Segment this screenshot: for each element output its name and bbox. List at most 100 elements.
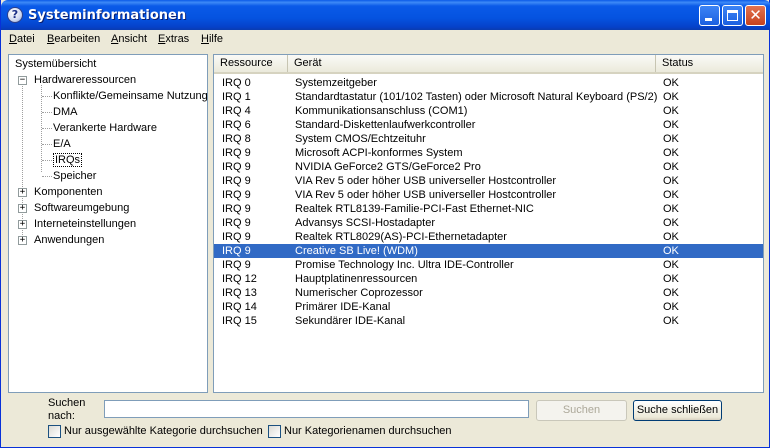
table-row[interactable]: IRQ 8 System CMOS/Echtzeituhr OK: [214, 132, 763, 146]
table-row[interactable]: IRQ 4 Kommunikationsanschluss (COM1) OK: [214, 104, 763, 118]
tree-connector: [42, 96, 52, 97]
cell-status: OK: [663, 105, 679, 117]
cell-status: OK: [663, 77, 679, 89]
column-header-status[interactable]: Status: [656, 55, 763, 72]
cell-ressource: IRQ 8: [222, 133, 251, 145]
tree-item-systemuebersicht[interactable]: Systemübersicht: [15, 57, 96, 72]
tree-item-ea[interactable]: E/A: [53, 137, 71, 152]
tree-item-konflikte[interactable]: Konflikte/Gemeinsame Nutzung: [53, 89, 208, 104]
cell-ressource: IRQ 9: [222, 189, 251, 201]
cell-ressource: IRQ 9: [222, 147, 251, 159]
table-row[interactable]: IRQ 1 Standardtastatur (101/102 Tasten) o…: [214, 90, 763, 104]
checkbox-icon[interactable]: [48, 425, 61, 438]
cell-status: OK: [663, 161, 679, 173]
expand-icon[interactable]: +: [18, 204, 27, 213]
expand-icon[interactable]: +: [18, 188, 27, 197]
cell-geraet: Standardtastatur (101/102 Tasten) oder M…: [295, 91, 658, 103]
column-header-geraet[interactable]: Gerät: [288, 55, 656, 72]
cell-geraet: Microsoft ACPI-konformes System: [295, 147, 463, 159]
cell-status: OK: [663, 301, 679, 313]
menu-ansicht[interactable]: Ansicht: [111, 33, 147, 45]
cell-geraet: Sekundärer IDE-Kanal: [295, 315, 406, 327]
cell-ressource: IRQ 6: [222, 119, 251, 131]
tree-item-verankerte-hardware[interactable]: Verankerte Hardware: [53, 121, 157, 136]
search-input[interactable]: [104, 400, 529, 418]
cell-geraet: System CMOS/Echtzeituhr: [295, 133, 426, 145]
cell-status: OK: [663, 91, 679, 103]
cell-status: OK: [663, 133, 679, 145]
table-row[interactable]: IRQ 9 Creative SB Live! (WDM) OK: [214, 244, 763, 258]
tree-item-softwareumgebung[interactable]: Softwareumgebung: [34, 201, 129, 216]
search-label: Suchen nach:: [48, 397, 86, 422]
tree-item-hardwareressourcen[interactable]: Hardwareressourcen: [34, 73, 136, 88]
expand-icon[interactable]: +: [18, 220, 27, 229]
tree-item-speicher[interactable]: Speicher: [53, 169, 96, 184]
cell-geraet: Hauptplatinenressourcen: [295, 273, 418, 285]
category-tree[interactable]: Systemübersicht − Hardwareressourcen Kon…: [8, 54, 208, 393]
close-button[interactable]: ✕: [745, 5, 766, 26]
menu-bearbeiten[interactable]: Bearbeiten: [47, 33, 100, 45]
table-row[interactable]: IRQ 9 Realtek RTL8029(AS)-PCI-Ethernetada…: [214, 230, 763, 244]
details-list[interactable]: Ressource Gerät Status IRQ 0 Systemzeitge…: [213, 54, 764, 393]
table-row[interactable]: IRQ 9 Realtek RTL8139-Familie-PCI-Fast Et…: [214, 202, 763, 216]
tree-connector: [42, 144, 52, 145]
tree-item-anwendungen[interactable]: Anwendungen: [34, 233, 104, 248]
table-row[interactable]: IRQ 15 Sekundärer IDE-Kanal OK: [214, 314, 763, 328]
table-row[interactable]: IRQ 9 Advansys SCSI-Hostadapter OK: [214, 216, 763, 230]
close-icon: ✕: [749, 6, 762, 24]
checkbox-icon[interactable]: [268, 425, 281, 438]
table-row[interactable]: IRQ 9 Microsoft ACPI-konformes System OK: [214, 146, 763, 160]
cell-geraet: Realtek RTL8139-Familie-PCI-Fast Etherne…: [295, 203, 534, 215]
table-row[interactable]: IRQ 9 NVIDIA GeForce2 GTS/GeForce2 Pro OK: [214, 160, 763, 174]
cell-ressource: IRQ 4: [222, 105, 251, 117]
column-header-ressource[interactable]: Ressource: [214, 55, 288, 72]
cell-ressource: IRQ 9: [222, 245, 251, 257]
cell-geraet: Realtek RTL8029(AS)-PCI-Ethernetadapter: [295, 231, 507, 243]
tree-connector: [42, 176, 52, 177]
tree-connector: [42, 112, 52, 113]
maximize-icon: [727, 10, 738, 21]
tree-item-interneteinstellungen[interactable]: Interneteinstellungen: [34, 217, 136, 232]
cell-status: OK: [663, 315, 679, 327]
table-row[interactable]: IRQ 9 VIA Rev 5 oder höher USB universell…: [214, 188, 763, 202]
cell-status: OK: [663, 245, 679, 257]
cell-geraet: VIA Rev 5 oder höher USB universeller Ho…: [295, 175, 557, 187]
cell-geraet: Advansys SCSI-Hostadapter: [295, 217, 436, 229]
cell-ressource: IRQ 1: [222, 91, 251, 103]
cell-geraet: Creative SB Live! (WDM): [295, 245, 418, 257]
tree-connector: [42, 160, 52, 161]
list-header: Ressource Gerät Status: [214, 55, 763, 74]
search-button[interactable]: Suchen: [536, 400, 627, 421]
table-row[interactable]: IRQ 12 Hauptplatinenressourcen OK: [214, 272, 763, 286]
table-row[interactable]: IRQ 6 Standard-Diskettenlaufwerkcontrolle…: [214, 118, 763, 132]
help-question-icon: ?: [7, 7, 23, 23]
cell-status: OK: [663, 175, 679, 187]
cell-status: OK: [663, 231, 679, 243]
expand-icon[interactable]: +: [18, 236, 27, 245]
title-bar[interactable]: ? Systeminformationen ✕: [1, 0, 770, 30]
table-row[interactable]: IRQ 13 Numerischer Coprozessor OK: [214, 286, 763, 300]
menu-datei[interactable]: Datei: [9, 33, 35, 45]
minimize-button[interactable]: [699, 5, 720, 26]
table-row[interactable]: IRQ 9 VIA Rev 5 oder höher USB universell…: [214, 174, 763, 188]
table-row[interactable]: IRQ 14 Primärer IDE-Kanal OK: [214, 300, 763, 314]
close-search-button[interactable]: Suche schließen: [633, 400, 722, 421]
maximize-button[interactable]: [722, 5, 743, 26]
collapse-icon[interactable]: −: [18, 76, 27, 85]
cell-status: OK: [663, 217, 679, 229]
table-row[interactable]: IRQ 0 Systemzeitgeber OK: [214, 76, 763, 90]
cell-geraet: Primärer IDE-Kanal: [295, 301, 391, 313]
cell-ressource: IRQ 13: [222, 287, 257, 299]
tree-item-dma[interactable]: DMA: [53, 105, 77, 120]
tree-item-irqs[interactable]: IRQs: [53, 153, 83, 168]
cell-geraet: Systemzeitgeber: [295, 77, 377, 89]
cell-status: OK: [663, 203, 679, 215]
menu-hilfe[interactable]: Hilfe: [201, 33, 223, 45]
menu-extras[interactable]: Extras: [158, 33, 189, 45]
cell-geraet: Numerischer Coprozessor: [295, 287, 423, 299]
cell-ressource: IRQ 9: [222, 175, 251, 187]
table-row[interactable]: IRQ 9 Promise Technology Inc. Ultra IDE-C…: [214, 258, 763, 272]
tree-item-komponenten[interactable]: Komponenten: [34, 185, 103, 200]
cell-ressource: IRQ 0: [222, 77, 251, 89]
cell-status: OK: [663, 287, 679, 299]
